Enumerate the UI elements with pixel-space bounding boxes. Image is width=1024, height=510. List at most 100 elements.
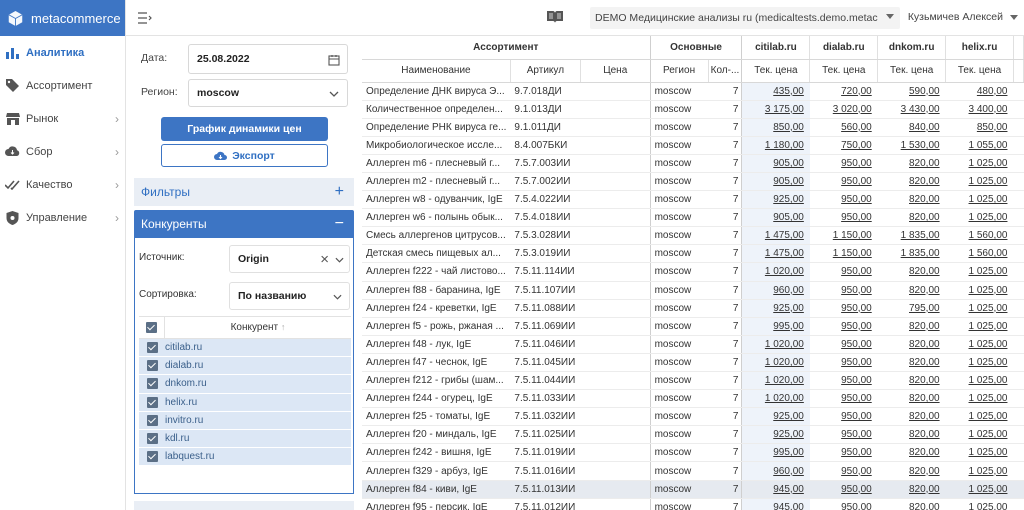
table-row[interactable]: Аллерген f48 - лук, IgE 7.5.11.046ИИ mosco… [362, 335, 1024, 354]
table-row[interactable]: Аллерген f242 - вишня, IgE 7.5.11.019ИИ mo… [362, 443, 1024, 463]
cell-dnkom-price[interactable]: 820,00 [877, 425, 946, 445]
table-row[interactable]: Аллерген w6 - полынь обык... 7.5.4.018ИИ m… [362, 208, 1024, 228]
table-row[interactable]: Аллерген f25 - томаты, IgE 7.5.11.032ИИ mo… [362, 407, 1024, 427]
table-row[interactable]: Количественное определен... 9.1.013ДИ mosc… [362, 100, 1024, 119]
cell-dialab-price[interactable]: 1 150,00 [809, 244, 878, 264]
next-accordion-strip[interactable] [134, 501, 354, 510]
project-select[interactable]: DEMO Медицинские анализы ru (medicaltest… [590, 7, 900, 29]
cell-dnkom-price[interactable]: 820,00 [877, 262, 946, 282]
cell-citilab-price[interactable]: 1 475,00 [741, 226, 810, 246]
cell-dnkom-price[interactable]: 820,00 [877, 443, 946, 463]
cell-helix-price[interactable]: 1 025,00 [945, 154, 1014, 173]
cell-helix-price[interactable]: 1 025,00 [945, 262, 1014, 282]
table-row[interactable]: Аллерген f20 - миндаль, IgE 7.5.11.025ИИ m… [362, 425, 1024, 445]
cell-dnkom-price[interactable]: 820,00 [877, 480, 946, 499]
competitor-checkbox[interactable] [146, 451, 158, 463]
cell-dnkom-price[interactable]: 820,00 [877, 281, 946, 300]
cell-citilab-price[interactable]: 945,00 [741, 498, 810, 510]
cell-citilab-price[interactable]: 945,00 [741, 480, 810, 499]
nav-item-5[interactable]: Управление › [0, 201, 125, 234]
cell-citilab-price[interactable]: 925,00 [741, 425, 810, 445]
cell-citilab-price[interactable]: 925,00 [741, 190, 810, 210]
cell-citilab-price[interactable]: 995,00 [741, 443, 810, 463]
cell-helix-price[interactable]: 1 025,00 [945, 172, 1014, 192]
competitors-accordion[interactable]: Конкуренты − [134, 210, 354, 238]
cell-dnkom-price[interactable]: 820,00 [877, 190, 946, 210]
cell-dnkom-price[interactable]: 3 430,00 [877, 100, 946, 119]
cell-helix-price[interactable]: 480,00 [945, 82, 1014, 101]
table-row[interactable]: Аллерген f222 - чай листово... 7.5.11.114… [362, 262, 1024, 282]
table-row[interactable]: Аллерген m6 - плесневый г... 7.5.7.003ИИ m… [362, 154, 1024, 173]
cell-dialab-price[interactable]: 950,00 [809, 371, 878, 391]
cell-helix-price[interactable]: 1 025,00 [945, 317, 1014, 336]
competitor-checkbox[interactable] [146, 378, 158, 390]
cell-citilab-price[interactable]: 1 180,00 [741, 136, 810, 155]
table-row[interactable]: Аллерген f244 - огурец, IgE 7.5.11.033ИИ m… [362, 389, 1024, 409]
table-row[interactable]: Смесь аллергенов цитрусов... 7.5.3.028ИИ m… [362, 226, 1024, 246]
table-row[interactable]: Аллерген m2 - плесневый г... 7.5.7.002ИИ m… [362, 172, 1024, 192]
cell-dnkom-price[interactable]: 1 530,00 [877, 136, 946, 155]
table-row[interactable]: Аллерген w8 - одуванчик, IgE 7.5.4.022ИИ m… [362, 190, 1024, 210]
cell-dnkom-price[interactable]: 820,00 [877, 208, 946, 228]
col-sku[interactable]: Артикул [510, 59, 581, 83]
cell-helix-price[interactable]: 1 055,00 [945, 136, 1014, 155]
table-row[interactable]: Аллерген f88 - баранина, IgE 7.5.11.107ИИ… [362, 281, 1024, 300]
filters-accordion[interactable]: Фильтры + [134, 178, 354, 206]
sort-select[interactable]: По названию [229, 282, 350, 310]
table-row[interactable]: Аллерген f5 - рожь, ржаная ... 7.5.11.069… [362, 317, 1024, 336]
nav-item-3[interactable]: Сбор › [0, 135, 125, 168]
cell-citilab-price[interactable]: 925,00 [741, 407, 810, 427]
cell-dialab-price[interactable]: 950,00 [809, 281, 878, 300]
cell-dnkom-price[interactable]: 820,00 [877, 461, 946, 481]
cell-helix-price[interactable]: 1 025,00 [945, 461, 1014, 481]
cell-helix-price[interactable]: 1 025,00 [945, 425, 1014, 445]
competitor-row[interactable]: helix.ru [139, 393, 351, 412]
export-button[interactable]: Экспорт [161, 144, 328, 167]
cell-dnkom-price[interactable]: 820,00 [877, 335, 946, 354]
cell-dialab-price[interactable]: 750,00 [809, 136, 878, 155]
table-row[interactable]: Аллерген f329 - арбуз, IgE 7.5.11.016ИИ mo… [362, 461, 1024, 481]
cell-dnkom-price[interactable]: 795,00 [877, 299, 946, 318]
table-row[interactable]: Микробиологическое иссле... 8.4.007БКИ mos… [362, 136, 1024, 155]
col-dnkom-price[interactable]: Тек. цена [877, 59, 947, 83]
cell-dialab-price[interactable]: 950,00 [809, 389, 878, 409]
cell-helix-price[interactable]: 1 025,00 [945, 480, 1014, 499]
col-price[interactable]: Цена [580, 59, 651, 83]
source-select[interactable]: Origin × [229, 245, 350, 273]
cell-dialab-price[interactable]: 950,00 [809, 172, 878, 192]
cell-helix-price[interactable]: 1 025,00 [945, 498, 1014, 510]
cell-citilab-price[interactable]: 905,00 [741, 208, 810, 228]
cell-dialab-price[interactable]: 950,00 [809, 335, 878, 354]
competitor-row[interactable]: citilab.ru [139, 339, 351, 358]
col-name[interactable]: Наименование [362, 59, 511, 83]
cell-citilab-price[interactable]: 1 020,00 [741, 389, 810, 409]
competitor-row[interactable]: labquest.ru [139, 448, 351, 467]
cell-citilab-price[interactable]: 960,00 [741, 461, 810, 481]
cell-dialab-price[interactable]: 950,00 [809, 353, 878, 373]
competitor-row[interactable]: dnkom.ru [139, 375, 351, 394]
cell-helix-price[interactable]: 1 025,00 [945, 190, 1014, 210]
cell-helix-price[interactable]: 3 400,00 [945, 100, 1014, 119]
date-input[interactable]: 25.08.2022 [188, 44, 348, 74]
cell-dialab-price[interactable]: 720,00 [809, 82, 878, 101]
competitor-checkbox[interactable] [146, 360, 158, 372]
table-row[interactable]: Определение РНК вируса ге... 9.1.011ДИ mos… [362, 118, 1024, 137]
cell-citilab-price[interactable]: 905,00 [741, 154, 810, 173]
cell-citilab-price[interactable]: 435,00 [741, 82, 810, 101]
cell-dialab-price[interactable]: 950,00 [809, 443, 878, 463]
cell-dialab-price[interactable]: 950,00 [809, 262, 878, 282]
cell-dnkom-price[interactable]: 820,00 [877, 407, 946, 427]
cell-helix-price[interactable]: 850,00 [945, 118, 1014, 137]
table-row[interactable]: Детская смесь пищевых ал... 7.5.3.019ИИ mo… [362, 244, 1024, 264]
table-row[interactable]: Аллерген f47 - чеснок, IgE 7.5.11.045ИИ mo… [362, 353, 1024, 373]
nav-item-4[interactable]: Качество › [0, 168, 125, 201]
competitor-row[interactable]: dialab.ru [139, 357, 351, 376]
cell-dialab-price[interactable]: 950,00 [809, 425, 878, 445]
competitor-row[interactable]: kdl.ru [139, 429, 351, 449]
cell-citilab-price[interactable]: 3 175,00 [741, 100, 810, 119]
cell-dnkom-price[interactable]: 820,00 [877, 389, 946, 409]
cell-citilab-price[interactable]: 1 475,00 [741, 244, 810, 264]
select-all-checkbox[interactable] [146, 322, 157, 333]
cell-dialab-price[interactable]: 950,00 [809, 317, 878, 336]
calendar-icon[interactable] [328, 54, 340, 66]
